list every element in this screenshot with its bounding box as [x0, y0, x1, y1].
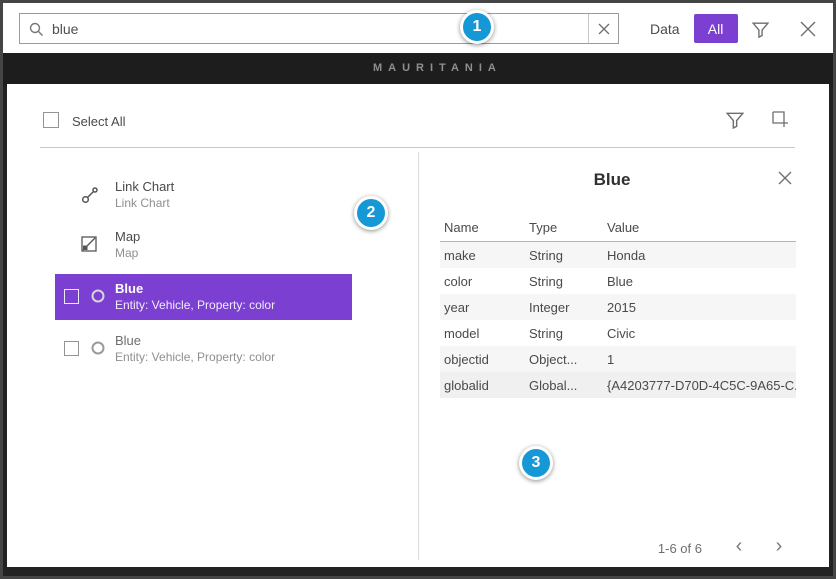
table-row: color String Blue: [440, 268, 796, 294]
list-item-link-chart[interactable]: Link Chart Link Chart: [55, 172, 352, 218]
cell-value: 2015: [603, 300, 796, 315]
annotation-badge-2: 2: [354, 196, 388, 230]
result-subtitle: Entity: Vehicle, Property: color: [115, 350, 275, 364]
cell-value: Civic: [603, 326, 796, 341]
list-item-blue[interactable]: Blue Entity: Vehicle, Property: color: [55, 326, 352, 372]
cell-type: String: [525, 326, 603, 341]
header-divider: [40, 147, 795, 148]
result-title: Blue: [115, 333, 141, 348]
table-row: year Integer 2015: [440, 294, 796, 320]
cell-name: objectid: [440, 352, 525, 367]
list-item-blue-selected[interactable]: Blue Entity: Vehicle, Property: color: [55, 274, 352, 320]
add-to-selection-icon[interactable]: [767, 106, 793, 132]
col-type: Type: [525, 220, 603, 235]
prev-page-icon[interactable]: ‹: [727, 534, 751, 558]
col-name: Name: [440, 220, 525, 235]
search-results-panel: Select All Link Chart Link Chart Map Map: [7, 84, 829, 567]
cell-value: Blue: [603, 274, 796, 289]
table-row: objectid Object... 1: [440, 346, 796, 372]
cell-type: String: [525, 274, 603, 289]
table-row: globalid Global... {A4203777-D70D-4C5C-9…: [440, 372, 796, 398]
property-table: Name Type Value make String Honda color …: [440, 214, 796, 398]
scope-toggle: Data All: [636, 14, 738, 43]
link-chart-icon: [80, 185, 100, 210]
app-window: Data All MAURITANIA Select All Link: [0, 0, 836, 579]
cell-value: {A4203777-D70D-4C5C-9A65-C...: [603, 378, 796, 393]
clear-search-button[interactable]: [588, 14, 618, 43]
entity-circle-icon: [90, 340, 106, 361]
map-country-label: MAURITANIA: [373, 62, 502, 74]
cell-name: model: [440, 326, 525, 341]
search-icon: [28, 21, 44, 37]
cell-name: color: [440, 274, 525, 289]
result-checkbox[interactable]: [64, 289, 79, 304]
cell-value: 1: [603, 352, 796, 367]
cell-type: Global...: [525, 378, 603, 393]
annotation-badge-1: 1: [460, 10, 494, 44]
result-subtitle: Map: [115, 246, 138, 260]
pagination-label: 1-6 of 6: [592, 541, 702, 556]
close-icon[interactable]: [793, 14, 823, 44]
select-all-checkbox[interactable]: [43, 112, 59, 128]
cell-name: make: [440, 248, 525, 263]
list-item-map[interactable]: Map Map: [55, 222, 352, 268]
cell-name: year: [440, 300, 525, 315]
table-header: Name Type Value: [440, 214, 796, 242]
cell-type: Object...: [525, 352, 603, 367]
search-bar: Data All: [3, 3, 833, 53]
result-checkbox[interactable]: [64, 341, 79, 356]
search-input[interactable]: [44, 21, 588, 37]
entity-circle-icon: [90, 288, 106, 309]
map-icon: [80, 235, 98, 258]
detail-close-icon[interactable]: [773, 166, 797, 190]
select-all-label: Select All: [72, 114, 125, 129]
result-title: Blue: [115, 281, 143, 296]
search-input-container: [19, 13, 619, 44]
table-row: model String Civic: [440, 320, 796, 346]
filter-icon[interactable]: [748, 17, 772, 41]
cell-name: globalid: [440, 378, 525, 393]
next-page-icon[interactable]: ›: [767, 534, 791, 558]
cell-type: String: [525, 248, 603, 263]
results-filter-icon[interactable]: [723, 108, 747, 132]
map-background: MAURITANIA: [3, 53, 833, 87]
cell-value: Honda: [603, 248, 796, 263]
annotation-badge-3: 3: [519, 446, 553, 480]
result-title: Map: [115, 229, 140, 244]
result-subtitle: Entity: Vehicle, Property: color: [115, 298, 275, 312]
cell-type: Integer: [525, 300, 603, 315]
result-subtitle: Link Chart: [115, 196, 170, 210]
result-title: Link Chart: [115, 179, 174, 194]
all-scope-button[interactable]: All: [694, 14, 738, 43]
data-scope-button[interactable]: Data: [636, 14, 694, 43]
detail-title: Blue: [422, 170, 802, 190]
panel-divider: [418, 152, 419, 560]
col-value: Value: [603, 220, 796, 235]
table-row: make String Honda: [440, 242, 796, 268]
